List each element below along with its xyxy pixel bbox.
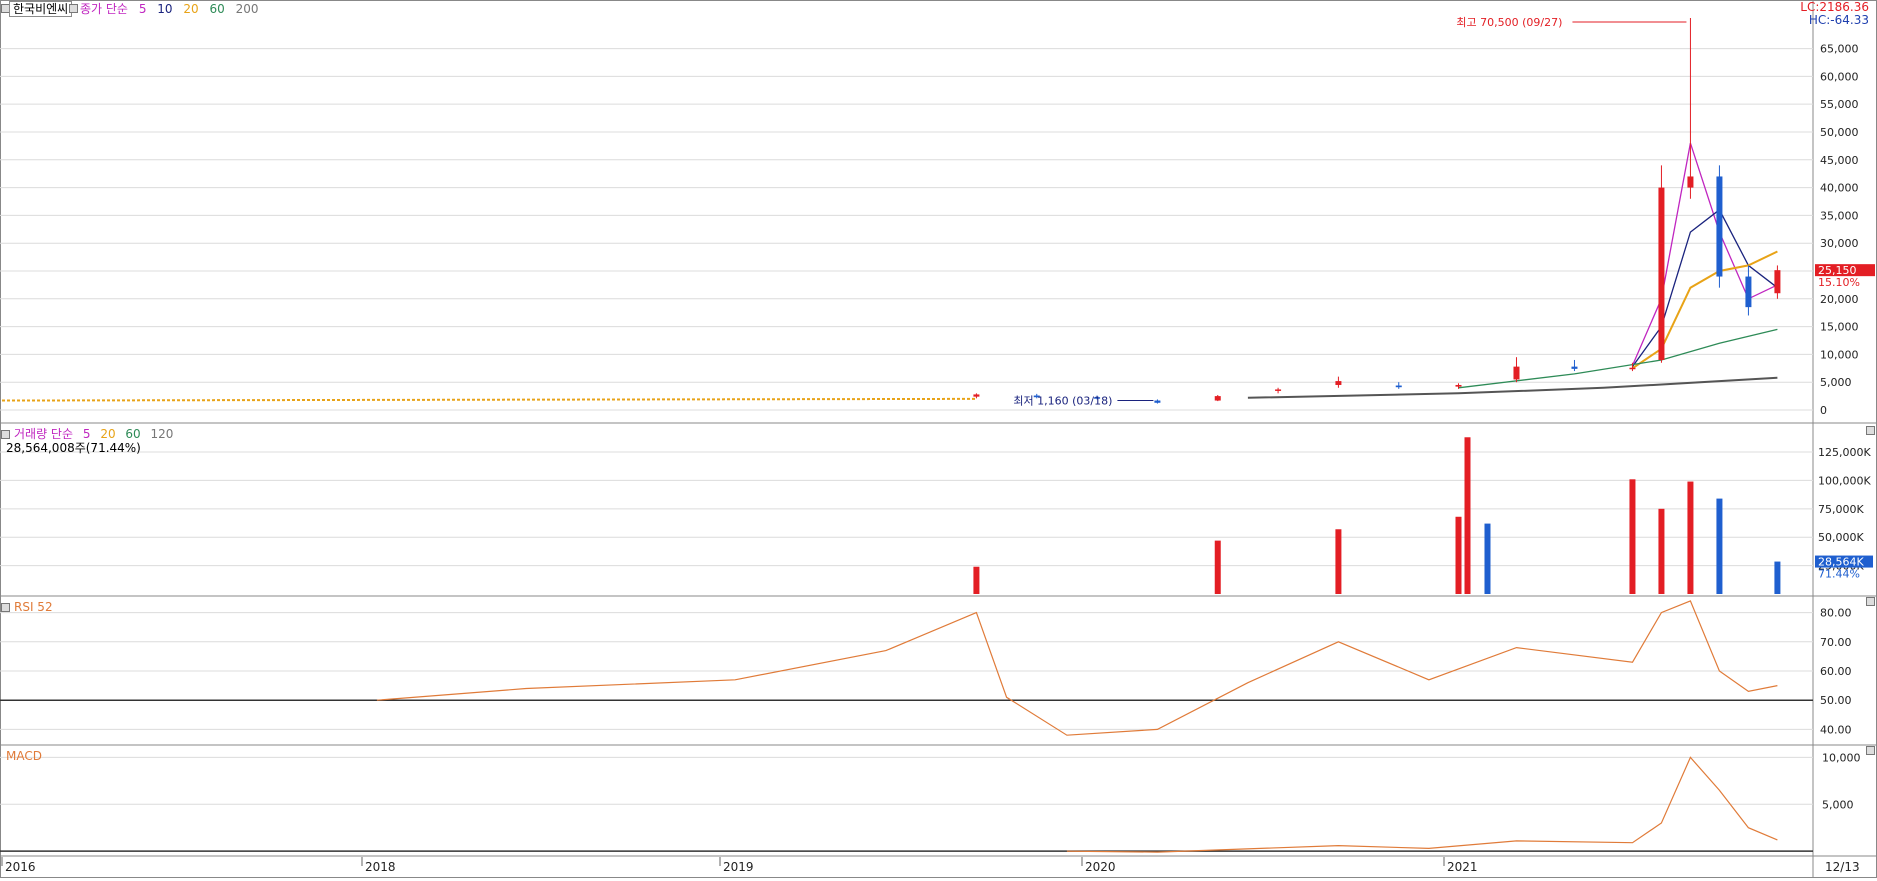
volume-current-value: 28,564,008주(71.44%) bbox=[6, 441, 141, 455]
vol-legend-ma60: 60 bbox=[125, 427, 141, 441]
macd-tick-label: 10,000 bbox=[1822, 751, 1861, 764]
candle-body bbox=[1275, 389, 1282, 391]
x-axis-label: 12/13 bbox=[1825, 860, 1860, 874]
x-axis-label: 2016 bbox=[5, 860, 36, 874]
volume-panel-collapse-button[interactable] bbox=[1, 430, 10, 439]
volume-panel-right-collapse-button[interactable] bbox=[1866, 597, 1875, 606]
price-legend-marker-icon bbox=[69, 4, 78, 13]
legend-ma20: 20 bbox=[183, 2, 199, 16]
candle-body bbox=[1214, 396, 1221, 401]
rsi-tick-label: 50.00 bbox=[1820, 694, 1852, 707]
volume-bar bbox=[1716, 498, 1723, 594]
price-legend-prefix: 종가 단순 bbox=[80, 2, 128, 16]
price-tick-label: 0 bbox=[1820, 404, 1827, 417]
volume-legend-prefix: 거래량 단순 bbox=[14, 427, 74, 441]
rsi-panel-collapse-button[interactable] bbox=[1, 603, 10, 612]
last-volume-pct: 71.44% bbox=[1818, 568, 1860, 581]
x-axis-label: 2018 bbox=[365, 860, 396, 874]
rsi-tick-label: 70.00 bbox=[1820, 636, 1852, 649]
stock-name-selector[interactable]: 한국비엔씨 bbox=[9, 1, 73, 17]
x-axis-label: 2021 bbox=[1447, 860, 1478, 874]
price-tick-label: 40,000 bbox=[1820, 182, 1859, 195]
price-tick-label: 45,000 bbox=[1820, 154, 1859, 167]
price-tick-label: 50,000 bbox=[1820, 126, 1859, 139]
volume-tick-label: 50,000K bbox=[1818, 531, 1864, 544]
candle-body bbox=[1716, 176, 1723, 277]
price-panel-right-collapse-button[interactable] bbox=[1866, 426, 1875, 435]
x-axis-label: 2020 bbox=[1085, 860, 1116, 874]
volume-bar bbox=[1629, 479, 1636, 594]
ma-line-10 bbox=[1631, 208, 1778, 367]
price-tick-label: 20,000 bbox=[1820, 293, 1859, 306]
rsi-legend: RSI 52 bbox=[14, 600, 53, 614]
legend-ma60: 60 bbox=[209, 2, 225, 16]
volume-bar bbox=[973, 566, 980, 594]
vol-legend-ma120: 120 bbox=[150, 427, 174, 441]
ma-line-5 bbox=[1631, 142, 1778, 366]
volume-tick-label: 125,000K bbox=[1818, 446, 1871, 459]
volume-legend: 거래량 단순 5 20 60 120 bbox=[14, 427, 179, 441]
rsi-tick-label: 80.00 bbox=[1820, 607, 1852, 620]
ma-line-60 bbox=[1458, 328, 1778, 389]
price-tick-label: 5,000 bbox=[1820, 376, 1852, 389]
volume-bar bbox=[1484, 523, 1491, 594]
price-tick-label: 15,000 bbox=[1820, 321, 1859, 334]
candle-body bbox=[1774, 270, 1781, 294]
early-price-line bbox=[1, 397, 977, 402]
price-tick-label: 10,000 bbox=[1820, 348, 1859, 361]
rsi-line bbox=[376, 600, 1778, 736]
volume-bar bbox=[1214, 540, 1221, 594]
high-annotation: 최고 70,500 (09/27) bbox=[1456, 16, 1562, 29]
volume-tick-label: 75,000K bbox=[1818, 503, 1864, 516]
stock-chart: 05,00010,00015,00020,00025,00030,00035,0… bbox=[0, 0, 1877, 878]
volume-tick-label: 100,000K bbox=[1818, 474, 1871, 487]
hc-label: HC:-64.33 bbox=[1808, 13, 1869, 27]
volume-bar bbox=[1774, 561, 1781, 594]
price-tick-label: 30,000 bbox=[1820, 237, 1859, 250]
legend-ma5: 5 bbox=[138, 2, 147, 16]
price-tick-label: 55,000 bbox=[1820, 98, 1859, 111]
macd-tick-label: 5,000 bbox=[1822, 798, 1854, 811]
chart-svg: 05,00010,00015,00020,00025,00030,00035,0… bbox=[0, 0, 1877, 878]
x-axis-label: 2019 bbox=[723, 860, 754, 874]
legend-ma10: 10 bbox=[157, 2, 173, 16]
rsi-panel-right-collapse-button[interactable] bbox=[1866, 746, 1875, 755]
legend-ma200: 200 bbox=[235, 2, 259, 16]
price-tick-label: 60,000 bbox=[1820, 70, 1859, 83]
low-annotation: 최저 1,160 (03/18) bbox=[1013, 395, 1112, 408]
volume-bar bbox=[1335, 529, 1342, 594]
candle-body bbox=[1571, 366, 1578, 369]
candle-body bbox=[1335, 381, 1342, 385]
candle-body bbox=[1154, 400, 1161, 403]
price-tick-label: 65,000 bbox=[1820, 43, 1859, 56]
volume-bar bbox=[1455, 516, 1462, 594]
volume-bar bbox=[1658, 508, 1665, 594]
volume-bar bbox=[1687, 481, 1694, 594]
vol-legend-ma20: 20 bbox=[100, 427, 116, 441]
price-legend: 종가 단순 5 10 20 60 200 bbox=[80, 2, 266, 16]
price-tick-label: 35,000 bbox=[1820, 209, 1859, 222]
ma-line-20 bbox=[1631, 250, 1778, 370]
candle-body bbox=[1455, 384, 1462, 387]
candle-body bbox=[1658, 187, 1665, 360]
vol-legend-ma5: 5 bbox=[82, 427, 91, 441]
candle-body bbox=[1687, 176, 1694, 188]
candle-body bbox=[1629, 367, 1636, 370]
last-change-label: 15.10% bbox=[1818, 276, 1860, 289]
rsi-tick-label: 60.00 bbox=[1820, 665, 1852, 678]
macd-legend: MACD bbox=[6, 749, 42, 763]
rsi-tick-label: 40.00 bbox=[1820, 723, 1852, 736]
volume-bar bbox=[1464, 437, 1471, 594]
candle-body bbox=[1513, 366, 1520, 380]
candle-body bbox=[1395, 385, 1402, 388]
candle-body bbox=[973, 394, 980, 397]
candle-body bbox=[1745, 276, 1752, 308]
